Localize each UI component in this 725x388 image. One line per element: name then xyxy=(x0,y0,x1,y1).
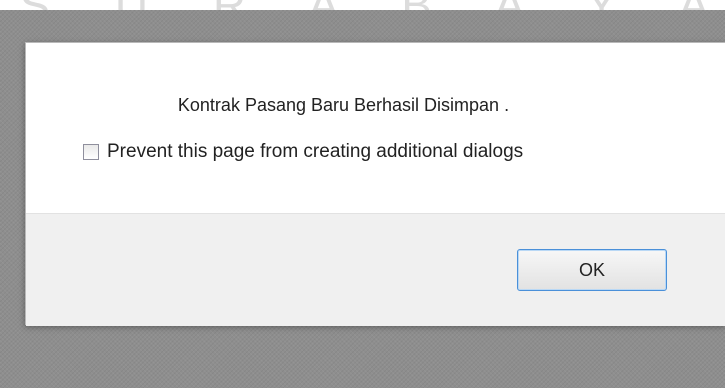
prevent-dialogs-label[interactable]: Prevent this page from creating addition… xyxy=(107,141,523,163)
prevent-dialogs-row[interactable]: Prevent this page from creating addition… xyxy=(83,140,523,164)
prevent-dialogs-checkbox[interactable] xyxy=(83,144,99,160)
dialog-message-container: Kontrak Pasang Baru Berhasil Disimpan . xyxy=(26,95,725,116)
alert-dialog: Kontrak Pasang Baru Berhasil Disimpan . … xyxy=(25,42,725,326)
page: S U R A B A Y A Kontrak Pasang Baru Berh… xyxy=(0,0,725,388)
dialog-footer: OK xyxy=(26,213,725,326)
dialog-message: Kontrak Pasang Baru Berhasil Disimpan . xyxy=(177,95,510,115)
dialog-content: Kontrak Pasang Baru Berhasil Disimpan . … xyxy=(26,43,725,213)
ok-button[interactable]: OK xyxy=(517,249,667,291)
